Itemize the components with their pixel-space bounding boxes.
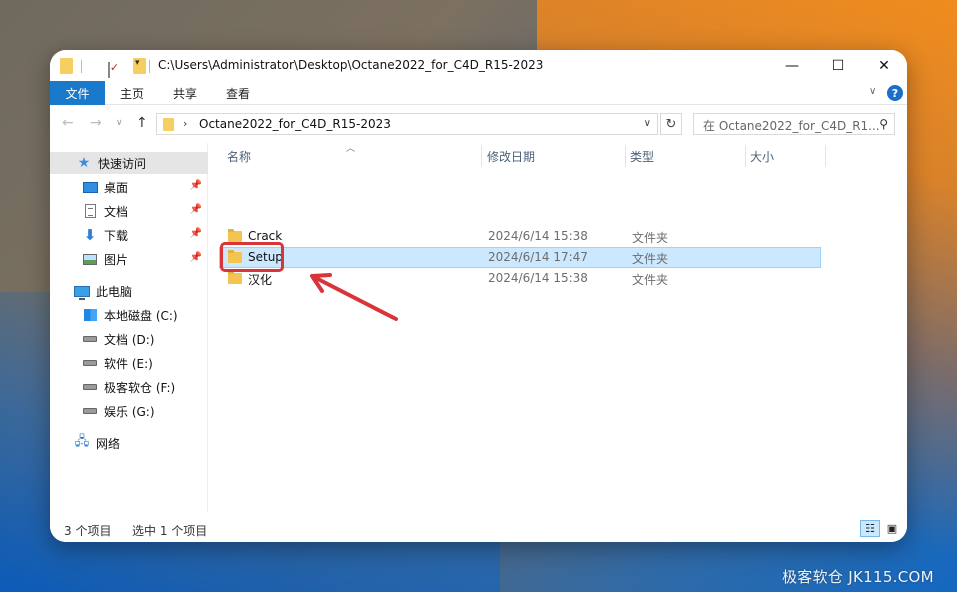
minimize-button[interactable]: —	[769, 50, 815, 81]
folder-icon	[228, 271, 242, 284]
column-divider	[825, 145, 826, 167]
pin-icon[interactable]: 📌	[190, 180, 202, 191]
folder-icon	[228, 229, 242, 242]
drive-icon	[83, 336, 97, 342]
window-folder-icon	[60, 58, 73, 74]
quick-access-separator	[81, 60, 82, 73]
column-header-name[interactable]: 名称	[219, 143, 481, 169]
sidebar-item-documents[interactable]: 文档 📌	[50, 200, 208, 222]
sidebar-item-label: 下载	[104, 228, 129, 243]
desktop-icon	[82, 181, 98, 193]
sidebar-item-drive-f[interactable]: 极客软仓 (F:)	[50, 376, 208, 398]
file-date: 2024/6/14 15:38	[488, 229, 588, 243]
sidebar-item-label: 此电脑	[96, 284, 133, 299]
drive-icon	[83, 384, 97, 390]
refresh-icon[interactable]: ↻	[660, 113, 682, 135]
sidebar-item-quick-access[interactable]: ★ 快速访问	[50, 152, 208, 174]
address-bar[interactable]: › Octane2022_for_C4D_R15-2023 ∨	[156, 113, 658, 135]
file-date: 2024/6/14 17:47	[488, 250, 588, 264]
sidebar-item-label: 本地磁盘 (C:)	[104, 308, 178, 323]
computer-icon	[74, 285, 90, 300]
network-icon: 🖧	[74, 434, 90, 449]
system-drive-icon	[83, 309, 97, 321]
close-button[interactable]: ✕	[861, 50, 907, 81]
tab-file[interactable]: 文件	[50, 81, 105, 105]
sidebar-item-pictures[interactable]: 图片 📌	[50, 248, 208, 270]
tab-share[interactable]: 共享	[173, 81, 197, 105]
drive-icon	[83, 408, 97, 414]
expand-ribbon-chevron-icon[interactable]: ∨	[869, 86, 876, 97]
tab-view[interactable]: 查看	[226, 81, 250, 105]
sidebar-item-label: 桌面	[104, 180, 129, 195]
file-type: 文件夹	[632, 252, 669, 266]
sidebar-item-label: 图片	[104, 252, 129, 267]
file-name: 汉化	[248, 273, 273, 287]
item-count: 3 个项目	[64, 524, 112, 538]
address-folder-icon	[163, 118, 174, 131]
status-bar: 3 个项目 选中 1 个项目 ☷ ▣	[50, 512, 907, 542]
star-icon: ★	[77, 155, 91, 171]
sidebar-item-label: 网络	[96, 436, 121, 451]
sidebar-item-drive-c[interactable]: 本地磁盘 (C:)	[50, 304, 208, 326]
file-type: 文件夹	[632, 231, 669, 245]
title-bar: ▾ C:\Users\Administrator\Desktop\Octane2…	[50, 50, 907, 81]
downloads-icon: ⬇	[83, 226, 97, 244]
quick-access-separator	[149, 60, 150, 73]
maximize-button[interactable]: ☐	[815, 50, 861, 81]
details-view-button[interactable]: ☷	[860, 520, 880, 537]
customize-quick-access-icon[interactable]: ▾	[135, 58, 140, 68]
sidebar-item-label: 文档	[104, 204, 129, 219]
sidebar-item-network[interactable]: 🖧 网络	[50, 432, 208, 454]
large-icons-view-button[interactable]: ▣	[882, 520, 902, 537]
documents-icon	[84, 204, 96, 218]
recent-chevron-icon[interactable]: ∨	[116, 118, 123, 128]
back-arrow-icon[interactable]: ←	[62, 115, 74, 131]
annotation-arrow	[310, 273, 398, 321]
file-name: Crack	[248, 229, 283, 243]
pin-icon[interactable]: 📌	[190, 228, 202, 239]
sidebar-item-label: 娱乐 (G:)	[104, 404, 155, 419]
ribbon-tabs: 文件 主页 共享 查看 ∨ ?	[50, 81, 907, 105]
pin-icon[interactable]: 📌	[190, 204, 202, 215]
sidebar-item-desktop[interactable]: 桌面 📌	[50, 176, 208, 198]
sidebar-item-label: 文档 (D:)	[104, 332, 155, 347]
file-list: ︿ 名称 修改日期 类型 大小 Crack 2024/6/14 15:38 文件…	[209, 143, 907, 512]
navigation-bar: ← → ∨ ↑ › Octane2022_for_C4D_R15-2023 ∨ …	[50, 106, 907, 142]
pin-icon[interactable]: 📌	[190, 252, 202, 263]
column-header-type[interactable]: 类型	[622, 143, 742, 169]
breadcrumb[interactable]: Octane2022_for_C4D_R15-2023	[199, 117, 391, 131]
file-type: 文件夹	[632, 273, 669, 287]
sidebar-item-drive-g[interactable]: 娱乐 (G:)	[50, 400, 208, 422]
help-icon[interactable]: ?	[887, 85, 903, 101]
file-row-crack[interactable]: Crack 2024/6/14 15:38 文件夹	[219, 226, 821, 247]
tab-home[interactable]: 主页	[120, 81, 144, 105]
sidebar-item-label: 极客软仓 (F:)	[104, 380, 176, 395]
window-title: C:\Users\Administrator\Desktop\Octane202…	[158, 58, 544, 72]
sidebar-item-downloads[interactable]: ⬇ 下载 📌	[50, 224, 208, 246]
search-placeholder: 在 Octane2022_for_C4D_R1...	[703, 119, 880, 133]
properties-icon[interactable]	[107, 62, 110, 78]
forward-arrow-icon[interactable]: →	[90, 115, 102, 131]
address-dropdown-icon[interactable]: ∨	[644, 118, 651, 129]
annotation-highlight-box	[220, 242, 284, 272]
breadcrumb-chevron-icon[interactable]: ›	[183, 117, 187, 130]
up-arrow-icon[interactable]: ↑	[136, 115, 148, 131]
file-row-setup[interactable]: Setup 2024/6/14 17:47 文件夹	[219, 247, 821, 268]
explorer-window: ▾ C:\Users\Administrator\Desktop\Octane2…	[50, 50, 907, 542]
sidebar-item-label: 快速访问	[98, 156, 147, 171]
drive-icon	[83, 360, 97, 366]
search-icon: ⚲	[879, 117, 888, 131]
sidebar-item-drive-e[interactable]: 软件 (E:)	[50, 352, 208, 374]
column-header-date[interactable]: 修改日期	[479, 143, 625, 169]
sidebar-item-this-pc[interactable]: 此电脑	[50, 280, 208, 302]
sidebar-item-label: 软件 (E:)	[104, 356, 153, 371]
pictures-icon	[83, 253, 97, 265]
selection-count: 选中 1 个项目	[132, 524, 208, 538]
file-date: 2024/6/14 15:38	[488, 271, 588, 285]
sidebar-item-drive-d[interactable]: 文档 (D:)	[50, 328, 208, 350]
navigation-pane: ★ 快速访问 桌面 📌 文档 📌 ⬇ 下载 📌 图片 📌 此电脑 本地磁盘 (C…	[50, 143, 208, 512]
watermark: 极客软仓 JK115.COM	[782, 568, 934, 586]
search-input[interactable]: 在 Octane2022_for_C4D_R1... ⚲	[693, 113, 895, 135]
column-header-size[interactable]: 大小	[742, 143, 822, 169]
